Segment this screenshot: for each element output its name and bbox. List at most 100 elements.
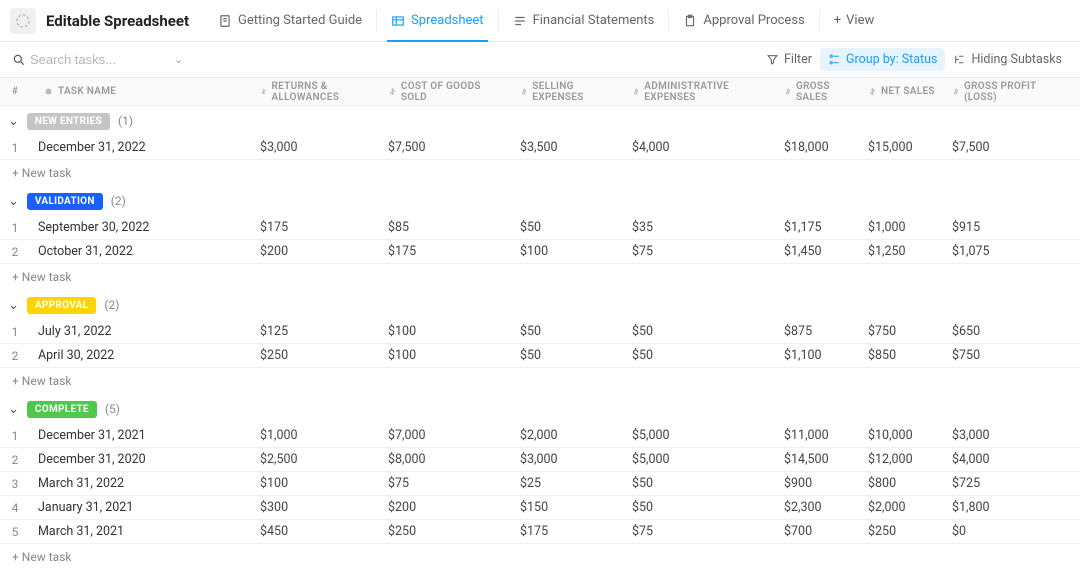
col-cogs[interactable]: COST OF GOODS SOLD [382, 81, 514, 103]
admin-cell[interactable]: $5,000 [626, 428, 778, 443]
task-name-cell[interactable]: March 31, 2021 [30, 524, 254, 539]
profit-cell[interactable]: $3,000 [946, 428, 1066, 443]
returns-cell[interactable]: $100 [254, 476, 382, 491]
filter-button[interactable]: Filter [758, 48, 820, 71]
returns-cell[interactable]: $125 [254, 324, 382, 339]
group-header[interactable]: ⌄ COMPLETE (5) [0, 394, 1080, 424]
net-cell[interactable]: $750 [862, 324, 946, 339]
col-task-name[interactable]: TASK NAME [30, 86, 254, 97]
profit-cell[interactable]: $750 [946, 348, 1066, 363]
net-cell[interactable]: $250 [862, 524, 946, 539]
returns-cell[interactable]: $1,000 [254, 428, 382, 443]
task-name-cell[interactable]: October 31, 2022 [30, 244, 254, 259]
cogs-cell[interactable]: $100 [382, 324, 514, 339]
table-row[interactable]: 3 March 31, 2022 $100 $75 $25 $50 $900 $… [0, 472, 1080, 496]
col-returns[interactable]: RETURNS & ALLOWANCES [254, 81, 382, 103]
gross-cell[interactable]: $14,500 [778, 452, 862, 467]
net-cell[interactable]: $12,000 [862, 452, 946, 467]
gross-cell[interactable]: $18,000 [778, 140, 862, 155]
new-task-button[interactable]: + New task [0, 264, 1080, 290]
col-gross[interactable]: GROSS SALES [778, 81, 862, 103]
returns-cell[interactable]: $300 [254, 500, 382, 515]
gross-cell[interactable]: $1,100 [778, 348, 862, 363]
chevron-down-icon[interactable]: ⌄ [8, 114, 19, 129]
cogs-cell[interactable]: $250 [382, 524, 514, 539]
table-row[interactable]: 2 April 30, 2022 $250 $100 $50 $50 $1,10… [0, 344, 1080, 368]
returns-cell[interactable]: $175 [254, 220, 382, 235]
gross-cell[interactable]: $1,450 [778, 244, 862, 259]
gross-cell[interactable]: $900 [778, 476, 862, 491]
cogs-cell[interactable]: $100 [382, 348, 514, 363]
task-name-cell[interactable]: March 31, 2022 [30, 476, 254, 491]
group-header[interactable]: ⌄ NEW ENTRIES (1) [0, 106, 1080, 136]
gross-cell[interactable]: $700 [778, 524, 862, 539]
profit-cell[interactable]: $1,800 [946, 500, 1066, 515]
returns-cell[interactable]: $450 [254, 524, 382, 539]
table-row[interactable]: 1 December 31, 2022 $3,000 $7,500 $3,500… [0, 136, 1080, 160]
profit-cell[interactable]: $0 [946, 524, 1066, 539]
gross-cell[interactable]: $2,300 [778, 500, 862, 515]
table-row[interactable]: 2 December 31, 2020 $2,500 $8,000 $3,000… [0, 448, 1080, 472]
task-name-cell[interactable]: December 31, 2020 [30, 452, 254, 467]
tab-spreadsheet[interactable]: Spreadsheet [377, 0, 498, 42]
hiding-subtasks-button[interactable]: Hiding Subtasks [945, 48, 1070, 71]
group-header[interactable]: ⌄ APPROVAL (2) [0, 290, 1080, 320]
admin-cell[interactable]: $50 [626, 324, 778, 339]
gross-cell[interactable]: $11,000 [778, 428, 862, 443]
task-name-cell[interactable]: December 31, 2021 [30, 428, 254, 443]
selling-cell[interactable]: $2,000 [514, 428, 626, 443]
cogs-cell[interactable]: $8,000 [382, 452, 514, 467]
chevron-down-icon[interactable]: ⌄ [8, 298, 19, 313]
task-name-cell[interactable]: April 30, 2022 [30, 348, 254, 363]
profit-cell[interactable]: $7,500 [946, 140, 1066, 155]
admin-cell[interactable]: $75 [626, 244, 778, 259]
gross-cell[interactable]: $1,175 [778, 220, 862, 235]
table-row[interactable]: 1 July 31, 2022 $125 $100 $50 $50 $875 $… [0, 320, 1080, 344]
table-row[interactable]: 1 December 31, 2021 $1,000 $7,000 $2,000… [0, 424, 1080, 448]
returns-cell[interactable]: $250 [254, 348, 382, 363]
returns-cell[interactable]: $2,500 [254, 452, 382, 467]
admin-cell[interactable]: $4,000 [626, 140, 778, 155]
table-row[interactable]: 1 September 30, 2022 $175 $85 $50 $35 $1… [0, 216, 1080, 240]
col-profit[interactable]: GROSS PROFIT (LOSS) [946, 81, 1066, 103]
net-cell[interactable]: $15,000 [862, 140, 946, 155]
group-by-button[interactable]: Group by: Status [820, 48, 946, 71]
profit-cell[interactable]: $725 [946, 476, 1066, 491]
chevron-down-icon[interactable]: ⌄ [174, 53, 183, 66]
net-cell[interactable]: $1,250 [862, 244, 946, 259]
add-view-button[interactable]: + View [820, 0, 889, 42]
admin-cell[interactable]: $50 [626, 476, 778, 491]
profit-cell[interactable]: $1,075 [946, 244, 1066, 259]
returns-cell[interactable]: $3,000 [254, 140, 382, 155]
col-admin[interactable]: ADMINISTRATIVE EXPENSES [626, 81, 778, 103]
admin-cell[interactable]: $75 [626, 524, 778, 539]
cogs-cell[interactable]: $85 [382, 220, 514, 235]
net-cell[interactable]: $800 [862, 476, 946, 491]
new-task-button[interactable]: + New task [0, 544, 1080, 570]
task-name-cell[interactable]: September 30, 2022 [30, 220, 254, 235]
group-header[interactable]: ⌄ VALIDATION (2) [0, 186, 1080, 216]
tab-getting-started[interactable]: Getting Started Guide [204, 0, 376, 42]
gross-cell[interactable]: $875 [778, 324, 862, 339]
admin-cell[interactable]: $50 [626, 348, 778, 363]
task-name-cell[interactable]: January 31, 2021 [30, 500, 254, 515]
selling-cell[interactable]: $3,500 [514, 140, 626, 155]
table-row[interactable]: 2 October 31, 2022 $200 $175 $100 $75 $1… [0, 240, 1080, 264]
tab-financial[interactable]: Financial Statements [499, 0, 669, 42]
profit-cell[interactable]: $650 [946, 324, 1066, 339]
selling-cell[interactable]: $50 [514, 348, 626, 363]
cogs-cell[interactable]: $7,500 [382, 140, 514, 155]
selling-cell[interactable]: $175 [514, 524, 626, 539]
search-input[interactable] [10, 48, 170, 71]
selling-cell[interactable]: $50 [514, 324, 626, 339]
app-logo[interactable] [10, 8, 36, 34]
cogs-cell[interactable]: $200 [382, 500, 514, 515]
selling-cell[interactable]: $25 [514, 476, 626, 491]
returns-cell[interactable]: $200 [254, 244, 382, 259]
new-task-button[interactable]: + New task [0, 160, 1080, 186]
cogs-cell[interactable]: $175 [382, 244, 514, 259]
net-cell[interactable]: $850 [862, 348, 946, 363]
selling-cell[interactable]: $100 [514, 244, 626, 259]
cogs-cell[interactable]: $75 [382, 476, 514, 491]
cogs-cell[interactable]: $7,000 [382, 428, 514, 443]
